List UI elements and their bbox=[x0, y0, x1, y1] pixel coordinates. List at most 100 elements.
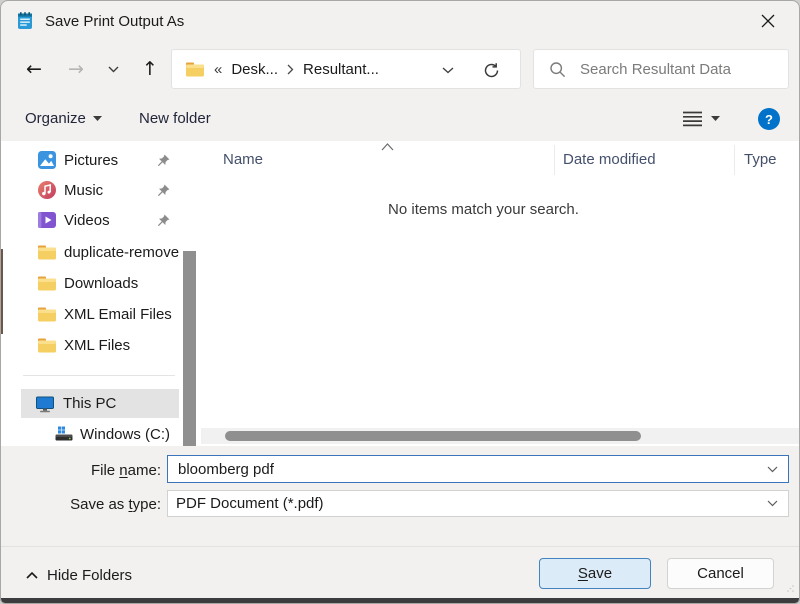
column-separator[interactable] bbox=[734, 145, 735, 175]
breadcrumb-item-resultant[interactable]: Resultant... bbox=[303, 61, 379, 78]
this-pc-icon bbox=[35, 395, 55, 413]
back-arrow-icon: ← bbox=[26, 60, 42, 79]
sidebar-item-label: duplicate-remove bbox=[64, 244, 179, 261]
command-bar: Organize New folder ? bbox=[1, 97, 799, 142]
chevron-right-icon bbox=[287, 64, 294, 75]
hide-folders-label: Hide Folders bbox=[47, 567, 132, 584]
file-name-input[interactable] bbox=[176, 460, 767, 479]
sidebar-item-downloads[interactable]: Downloads bbox=[1, 268, 181, 298]
address-dropdown-button[interactable] bbox=[434, 58, 462, 82]
caret-down-icon bbox=[711, 116, 720, 121]
cancel-button[interactable]: Cancel bbox=[667, 558, 774, 589]
help-icon: ? bbox=[765, 112, 773, 127]
search-input[interactable] bbox=[578, 60, 772, 79]
videos-icon bbox=[37, 210, 57, 230]
chevron-down-icon[interactable] bbox=[767, 466, 778, 473]
background-window-artifact bbox=[1, 249, 3, 334]
close-icon bbox=[761, 14, 775, 28]
sidebar-item-music[interactable]: Music bbox=[1, 175, 181, 205]
notepad-app-icon bbox=[15, 11, 35, 31]
search-box bbox=[533, 49, 789, 89]
folder-icon bbox=[185, 61, 205, 78]
sidebar-vertical-scrollbar[interactable] bbox=[183, 251, 196, 446]
title-bar: Save Print Output As bbox=[1, 1, 799, 41]
sidebar-item-duplicate-remove[interactable]: duplicate-remove bbox=[1, 237, 181, 267]
scrollbar-thumb[interactable] bbox=[225, 431, 641, 441]
save-as-type-value: PDF Document (*.pdf) bbox=[176, 495, 324, 512]
change-view-button[interactable] bbox=[683, 97, 720, 140]
resize-grip-icon[interactable] bbox=[787, 585, 794, 592]
main-area: Pictures Music bbox=[1, 141, 800, 446]
column-header-name[interactable]: Name bbox=[223, 151, 263, 168]
new-folder-button[interactable]: New folder bbox=[139, 97, 211, 140]
sidebar-item-pictures[interactable]: Pictures bbox=[1, 145, 181, 175]
search-icon bbox=[549, 61, 566, 78]
close-button[interactable] bbox=[749, 5, 787, 37]
file-name-combobox bbox=[167, 455, 789, 483]
organize-label: Organize bbox=[25, 110, 86, 127]
sidebar-item-videos[interactable]: Videos bbox=[1, 205, 181, 235]
window-bottom-edge bbox=[1, 598, 799, 603]
sidebar-item-this-pc[interactable]: This PC bbox=[21, 389, 179, 418]
chevron-down-icon bbox=[767, 500, 778, 507]
organize-button[interactable]: Organize bbox=[25, 97, 102, 140]
sort-ascending-icon bbox=[381, 143, 394, 151]
breadcrumb-item-desktop[interactable]: Desk... bbox=[231, 61, 278, 78]
recent-locations-button[interactable] bbox=[99, 53, 127, 85]
pin-icon bbox=[157, 154, 170, 167]
sidebar-item-windows-c[interactable]: Windows (C:) bbox=[1, 421, 181, 447]
pictures-icon bbox=[37, 150, 57, 170]
sidebar-item-xml-files[interactable]: XML Files bbox=[1, 330, 181, 360]
drive-icon bbox=[55, 426, 73, 442]
navigation-bar: ← → ↑ « Desk... Re bbox=[1, 41, 799, 97]
empty-list-message: No items match your search. bbox=[201, 201, 766, 218]
chevron-down-icon bbox=[108, 66, 119, 73]
up-arrow-icon: ↑ bbox=[142, 60, 158, 79]
help-button[interactable]: ? bbox=[758, 108, 780, 130]
refresh-button[interactable] bbox=[476, 55, 506, 85]
up-button[interactable]: ↑ bbox=[133, 53, 167, 85]
sidebar-item-label: Windows (C:) bbox=[80, 426, 170, 443]
pin-icon bbox=[157, 184, 170, 197]
file-name-label: File name: bbox=[1, 462, 161, 479]
window-title: Save Print Output As bbox=[45, 13, 184, 30]
file-list-header: Name Date modified Type bbox=[201, 141, 800, 179]
sidebar-item-label: This PC bbox=[63, 395, 116, 412]
column-header-type[interactable]: Type bbox=[744, 151, 777, 168]
forward-arrow-icon: → bbox=[68, 60, 84, 79]
sidebar-separator bbox=[23, 375, 175, 376]
sidebar-item-label: Music bbox=[64, 182, 103, 199]
list-view-icon bbox=[683, 111, 702, 127]
footer-bar: Hide Folders Save Cancel bbox=[1, 546, 799, 600]
folder-icon bbox=[37, 244, 57, 261]
back-button[interactable]: ← bbox=[17, 53, 51, 85]
hide-folders-button[interactable]: Hide Folders bbox=[26, 567, 132, 584]
file-list-horizontal-scrollbar[interactable] bbox=[201, 428, 800, 444]
folder-icon bbox=[37, 275, 57, 292]
caret-down-icon bbox=[93, 116, 102, 121]
save-button[interactable]: Save bbox=[539, 558, 651, 589]
pin-icon bbox=[157, 214, 170, 227]
sidebar-item-label: XML Email Files bbox=[64, 306, 172, 323]
sidebar-item-label: XML Files bbox=[64, 337, 130, 354]
forward-button[interactable]: → bbox=[59, 53, 93, 85]
refresh-icon bbox=[483, 62, 500, 79]
chevron-up-icon bbox=[26, 572, 38, 579]
sidebar-item-xml-email-files[interactable]: XML Email Files bbox=[1, 299, 181, 329]
sidebar-item-label: Videos bbox=[64, 212, 110, 229]
column-separator[interactable] bbox=[554, 145, 555, 175]
save-dialog-window: Save Print Output As ← → ↑ bbox=[0, 0, 800, 604]
address-bar[interactable]: « Desk... Resultant... bbox=[171, 49, 521, 89]
cancel-label: Cancel bbox=[697, 565, 744, 582]
save-as-type-dropdown[interactable]: PDF Document (*.pdf) bbox=[167, 490, 789, 517]
new-folder-label: New folder bbox=[139, 110, 211, 127]
folder-icon bbox=[37, 306, 57, 323]
music-icon bbox=[37, 180, 57, 200]
sidebar-item-label: Pictures bbox=[64, 152, 118, 169]
save-as-type-label: Save as type: bbox=[1, 496, 161, 513]
folder-icon bbox=[37, 337, 57, 354]
breadcrumb-collapse-indicator[interactable]: « bbox=[214, 61, 222, 78]
chevron-down-icon bbox=[442, 67, 454, 74]
column-header-date-modified[interactable]: Date modified bbox=[563, 151, 656, 168]
sidebar-item-label: Downloads bbox=[64, 275, 138, 292]
